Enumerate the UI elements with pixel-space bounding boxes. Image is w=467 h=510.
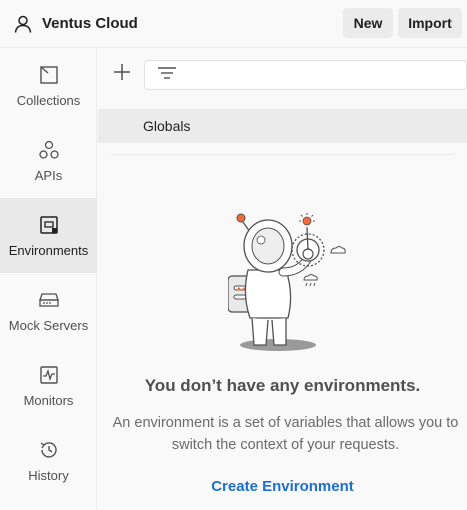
plus-icon	[113, 63, 131, 86]
divider	[110, 154, 455, 155]
sidebar-item-label: Environments	[8, 243, 89, 258]
sidebar-item-label: Mock Servers	[8, 318, 89, 333]
sidebar-item-label: Collections	[16, 93, 81, 108]
sidebar-item-label: APIs	[34, 168, 63, 183]
sidebar-item-label: History	[28, 468, 69, 483]
import-button[interactable]: Import	[398, 8, 462, 38]
empty-state-title: You don’t have any environments.	[144, 376, 421, 395]
sidebar-item-monitors[interactable]: Monitors	[0, 348, 97, 423]
collections-icon	[37, 63, 61, 87]
monitors-icon	[37, 363, 61, 387]
globals-item[interactable]: Globals	[98, 109, 467, 143]
sidebar-item-mock-servers[interactable]: Mock Servers	[0, 273, 97, 348]
filter-input[interactable]	[144, 60, 467, 90]
mock-servers-icon	[37, 288, 61, 312]
filter-icon	[157, 65, 177, 86]
new-button[interactable]: New	[343, 8, 393, 38]
sidebar-item-history[interactable]: History	[0, 423, 97, 498]
empty-state-description: An environment is a set of variables tha…	[112, 415, 459, 453]
app-window: Ventus Cloud New Import Collections APIs…	[0, 0, 467, 510]
history-icon	[37, 438, 61, 462]
astronaut-illustration	[227, 210, 348, 356]
apis-icon	[37, 138, 61, 162]
create-environment-link[interactable]: Create Environment	[98, 478, 467, 495]
sidebar-item-label: Monitors	[23, 393, 74, 408]
main-panel: Globals You don’t have any environments.…	[98, 48, 467, 510]
header: Ventus Cloud New Import	[0, 0, 467, 48]
workspace-name[interactable]: Ventus Cloud	[42, 15, 138, 32]
environments-icon	[37, 213, 61, 237]
toolbar	[98, 48, 467, 104]
sidebar-item-apis[interactable]: APIs	[0, 123, 97, 198]
user-icon[interactable]	[12, 13, 34, 35]
sidebar-item-environments[interactable]: Environments	[0, 198, 97, 273]
add-button[interactable]	[110, 62, 134, 86]
sidebar: Collections APIs Environments Mock Serve…	[0, 48, 97, 510]
globals-label: Globals	[143, 118, 191, 134]
sidebar-item-collections[interactable]: Collections	[0, 48, 97, 123]
